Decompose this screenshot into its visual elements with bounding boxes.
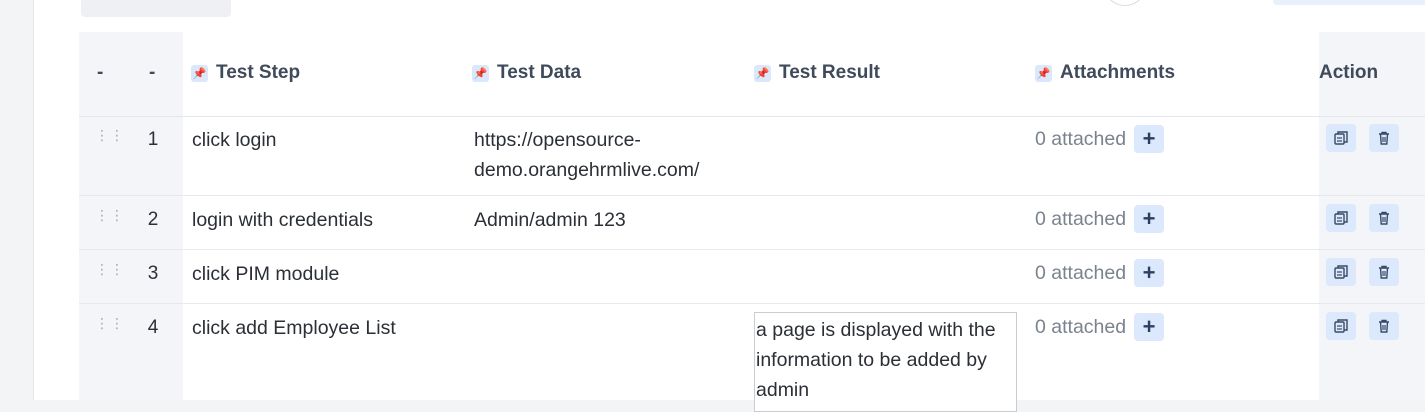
trash-icon <box>1379 131 1389 145</box>
test-step-cell[interactable]: click login <box>192 125 277 155</box>
drag-handle-icon[interactable]: ⋮⋮ <box>95 128 124 142</box>
column-header-label: Test Result <box>779 62 881 83</box>
attachments-cell: 0 attached + <box>1035 259 1165 287</box>
pin-icon[interactable]: 📌 <box>191 64 208 82</box>
row-divider <box>79 303 1425 304</box>
plus-icon[interactable]: + <box>1134 313 1165 341</box>
delete-step-button[interactable] <box>1369 312 1399 340</box>
test-step-cell[interactable]: login with credentials <box>192 205 373 235</box>
attachments-cell: 0 attached + <box>1035 205 1165 233</box>
delete-step-button[interactable] <box>1369 204 1399 232</box>
pin-icon[interactable]: 📌 <box>472 64 489 82</box>
column-header-label: Test Step <box>216 62 301 83</box>
column-header-action: Action <box>1319 62 1379 83</box>
copy-icon <box>1334 265 1348 279</box>
attachments-count: 0 attached <box>1035 127 1127 150</box>
attachments-count: 0 attached <box>1035 261 1127 284</box>
test-steps-table: - - 📌 Test Step 📌 Test Data 📌 Test Resul… <box>79 32 1425 412</box>
drag-handle-icon[interactable]: ⋮⋮ <box>95 262 124 276</box>
column-header-label: Test Data <box>497 62 582 83</box>
pin-icon[interactable]: 📌 <box>754 64 771 82</box>
column-header-label: Attachments <box>1060 62 1176 83</box>
drag-handle-icon[interactable]: ⋮⋮ <box>95 316 124 330</box>
trash-icon <box>1379 211 1389 225</box>
attachments-count: 0 attached <box>1035 207 1127 230</box>
column-header-drag: - <box>97 62 104 83</box>
test-step-cell[interactable]: click add Employee List <box>192 313 396 343</box>
column-header-test-data[interactable]: 📌 Test Data <box>472 62 581 84</box>
copy-step-button[interactable] <box>1326 124 1356 152</box>
copy-icon <box>1334 319 1348 333</box>
plus-icon[interactable]: + <box>1134 125 1165 153</box>
top-right-button[interactable] <box>1273 0 1425 5</box>
copy-step-button[interactable] <box>1326 258 1356 286</box>
trash-icon <box>1379 319 1389 333</box>
delete-step-button[interactable] <box>1369 258 1399 286</box>
copy-step-button[interactable] <box>1326 204 1356 232</box>
row-number: 2 <box>147 209 159 230</box>
test-data-cell-line2[interactable]: demo.orangehrmlive.com/ <box>474 155 699 185</box>
row-divider <box>79 249 1425 250</box>
column-header-number: - <box>149 62 156 83</box>
drag-handle-icon[interactable]: ⋮⋮ <box>95 208 124 222</box>
delete-step-button[interactable] <box>1369 124 1399 152</box>
copy-icon <box>1334 211 1348 225</box>
row-number: 3 <box>147 263 159 284</box>
test-step-cell[interactable]: click PIM module <box>192 259 339 289</box>
top-left-button[interactable] <box>81 0 231 17</box>
column-header-test-step[interactable]: 📌 Test Step <box>191 62 300 84</box>
copy-step-button[interactable] <box>1326 312 1356 340</box>
column-header-attachments[interactable]: 📌 Attachments <box>1035 62 1175 84</box>
test-data-cell[interactable]: Admin/admin 123 <box>474 205 626 235</box>
pin-icon[interactable]: 📌 <box>1035 64 1052 82</box>
test-data-cell[interactable]: https://opensource- <box>474 125 641 155</box>
column-header-test-result[interactable]: 📌 Test Result <box>754 62 880 84</box>
attachments-count: 0 attached <box>1035 315 1127 338</box>
header-divider <box>79 116 1425 117</box>
copy-icon <box>1334 131 1348 145</box>
plus-icon[interactable]: + <box>1134 205 1165 233</box>
attachments-cell: 0 attached + <box>1035 125 1165 153</box>
row-divider <box>79 195 1425 196</box>
row-number: 1 <box>147 129 159 150</box>
row-number: 4 <box>147 317 159 338</box>
trash-icon <box>1379 265 1389 279</box>
attachments-cell: 0 attached + <box>1035 313 1165 341</box>
plus-icon[interactable]: + <box>1134 259 1165 287</box>
test-result-textarea[interactable]: a page is displayed with the information… <box>754 312 1017 412</box>
